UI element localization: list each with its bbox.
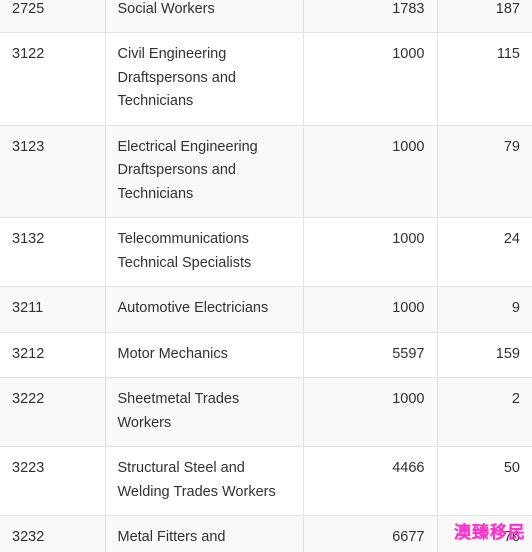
cell-occupation: Civil Engineering Draftspersons and Tech… (105, 32, 304, 126)
cell-occupation: Sheetmetal Trades Workers (105, 377, 304, 448)
table-row: 3122 Civil Engineering Draftspersons and… (0, 32, 532, 126)
table-row: 3123 Electrical Engineering Draftsperson… (0, 124, 532, 219)
cell-occupation: Social Workers (105, 0, 304, 34)
cell-occupation: Metal Fitters and Machinists (105, 515, 304, 552)
cell-code: 3222 (0, 377, 106, 448)
table-row: 3223 Structural Steel and Welding Trades… (0, 446, 532, 517)
table-row: 2725 Social Workers 1783 187 (0, 0, 532, 34)
table-row: 3211 Automotive Electricians 1000 9 (0, 286, 532, 333)
cell-code: 3132 (0, 217, 106, 288)
cell-results: 24 (437, 217, 532, 288)
cell-ceiling: 1000 (303, 217, 438, 288)
table-body: 2725 Social Workers 1783 187 3122 Civil … (0, 0, 532, 552)
cell-ceiling: 6677 (303, 515, 438, 552)
cell-results: 79 (437, 124, 532, 219)
cell-results: 115 (437, 32, 532, 126)
cell-occupation: Automotive Electricians (105, 286, 304, 333)
cell-ceiling: 4466 (303, 446, 438, 517)
cell-ceiling: 1000 (303, 124, 438, 219)
cell-results: 9 (437, 286, 532, 333)
cell-code: 3212 (0, 331, 106, 379)
cell-ceiling: 5597 (303, 331, 438, 379)
cell-results: 50 (437, 446, 532, 517)
table-row: 3132 Telecommunications Technical Specia… (0, 217, 532, 288)
cell-ceiling: 1000 (303, 377, 438, 448)
cell-code: 3123 (0, 124, 106, 219)
cell-code: 3232 (0, 515, 106, 552)
occupation-ceiling-table: 2725 Social Workers 1783 187 3122 Civil … (0, 0, 532, 552)
cell-occupation: Motor Mechanics (105, 331, 304, 379)
cell-occupation: Structural Steel and Welding Trades Work… (105, 446, 304, 517)
table-row: 3212 Motor Mechanics 5597 159 (0, 331, 532, 379)
cell-results: 2 (437, 377, 532, 448)
occupation-ceiling-table-container: 2725 Social Workers 1783 187 3122 Civil … (0, 0, 532, 552)
table-row: 3222 Sheetmetal Trades Workers 1000 2 (0, 377, 532, 448)
cell-code: 2725 (0, 0, 106, 34)
cell-ceiling: 1783 (303, 0, 438, 34)
cell-occupation: Electrical Engineering Draftspersons and… (105, 124, 304, 219)
cell-occupation: Telecommunications Technical Specialists (105, 217, 304, 288)
cell-ceiling: 1000 (303, 32, 438, 126)
cell-code: 3211 (0, 286, 106, 333)
cell-results: 187 (437, 0, 532, 34)
cell-code: 3122 (0, 32, 106, 126)
table-row: 3232 Metal Fitters and Machinists 6677 7… (0, 515, 532, 552)
cell-ceiling: 1000 (303, 286, 438, 333)
cell-results: 159 (437, 331, 532, 379)
cell-code: 3223 (0, 446, 106, 517)
cell-results: 76 (437, 515, 532, 552)
